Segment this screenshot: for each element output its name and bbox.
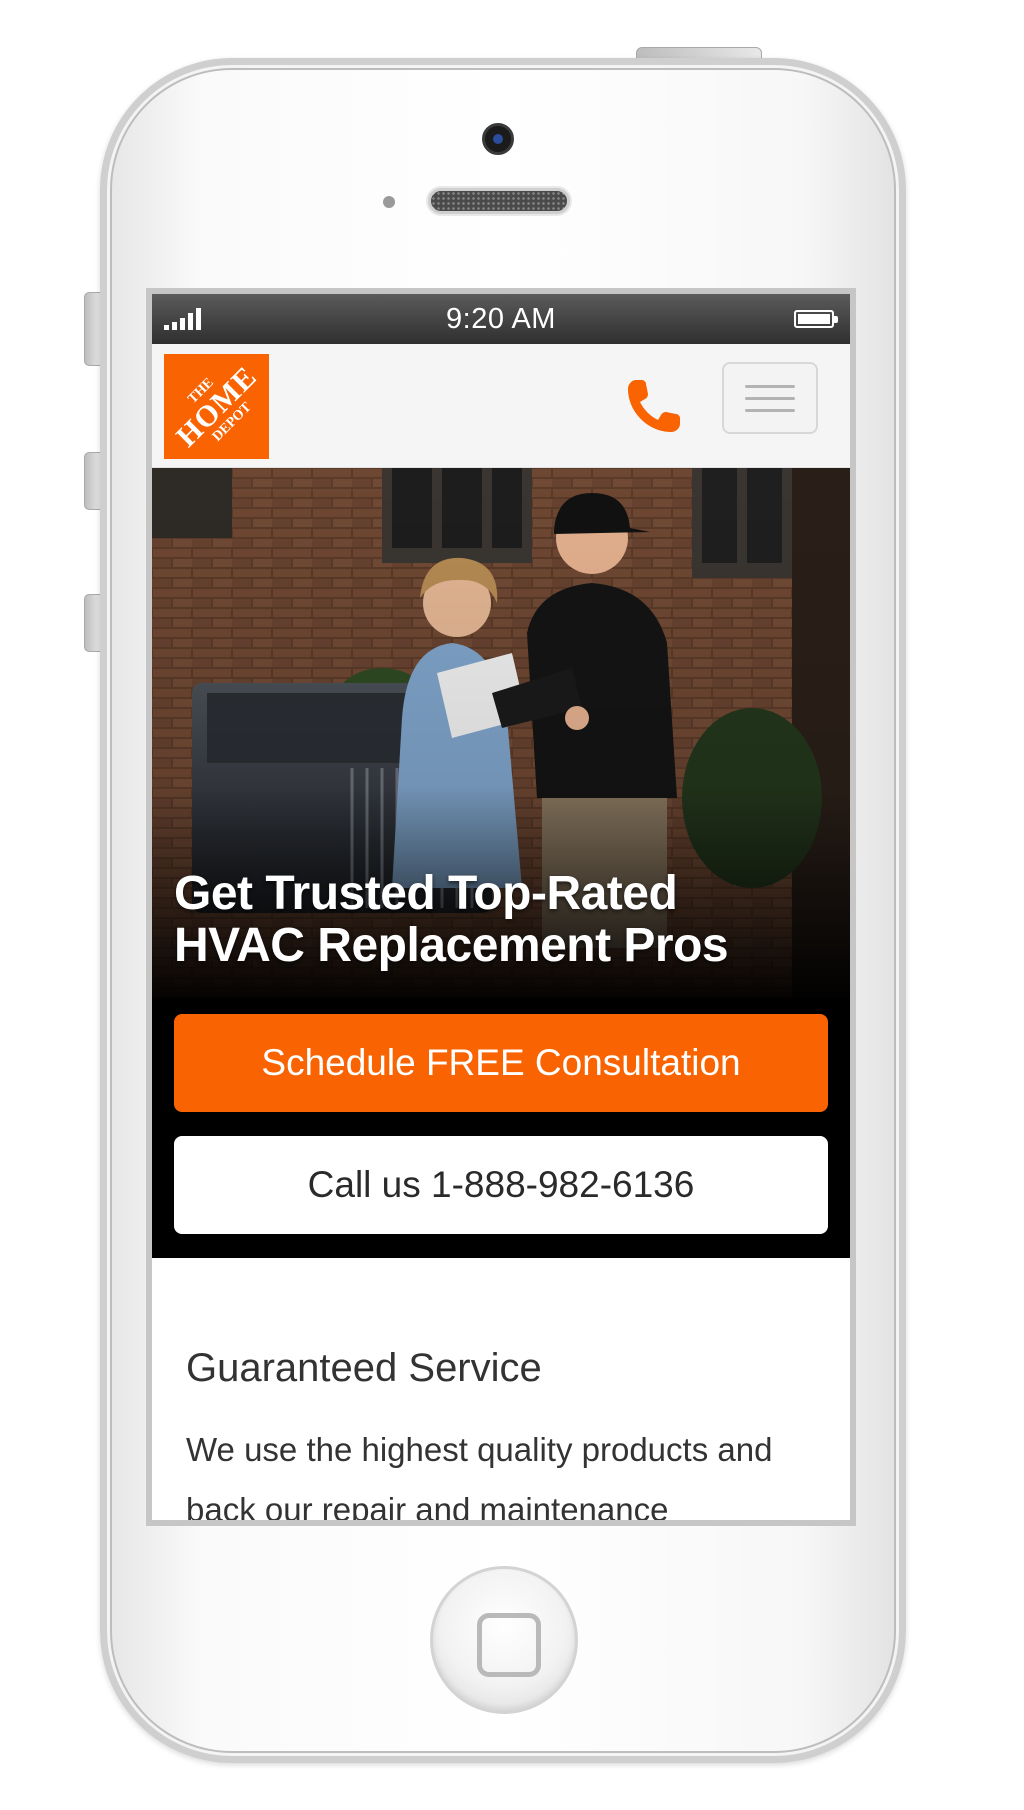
home-button[interactable] xyxy=(430,1566,578,1714)
site-header: THE HOME DEPOT xyxy=(152,344,850,468)
status-bar: 9:20 AM xyxy=(152,294,850,344)
call-us-button[interactable]: Call us 1-888-982-6136 xyxy=(174,1136,828,1234)
hamburger-menu-icon[interactable] xyxy=(722,362,818,434)
battery-icon xyxy=(794,310,838,328)
hero-headline: Get Trusted Top-Rated HVAC Replacement P… xyxy=(174,868,834,972)
status-time: 9:20 AM xyxy=(446,302,556,335)
section-body: We use the highest quality products and … xyxy=(186,1431,773,1526)
hero-section: Get Trusted Top-Rated HVAC Replacement P… xyxy=(152,468,850,1258)
proximity-sensor xyxy=(383,196,395,208)
phone-icon[interactable] xyxy=(622,374,686,438)
content-section: Guaranteed Service We use the highest qu… xyxy=(152,1258,850,1526)
earpiece-speaker xyxy=(428,188,570,214)
phone-screen: 9:20 AM THE HOME DEPOT Get Trusted Top-R… xyxy=(146,288,856,1526)
front-camera-icon xyxy=(482,123,514,155)
signal-bars-icon xyxy=(164,308,201,330)
section-title: Guaranteed Service xyxy=(186,1346,542,1390)
hero-headline-line2: HVAC Replacement Pros xyxy=(174,919,729,972)
schedule-consultation-button[interactable]: Schedule FREE Consultation xyxy=(174,1014,828,1112)
home-depot-logo[interactable]: THE HOME DEPOT xyxy=(164,354,269,459)
hero-headline-line1: Get Trusted Top-Rated xyxy=(174,867,678,920)
